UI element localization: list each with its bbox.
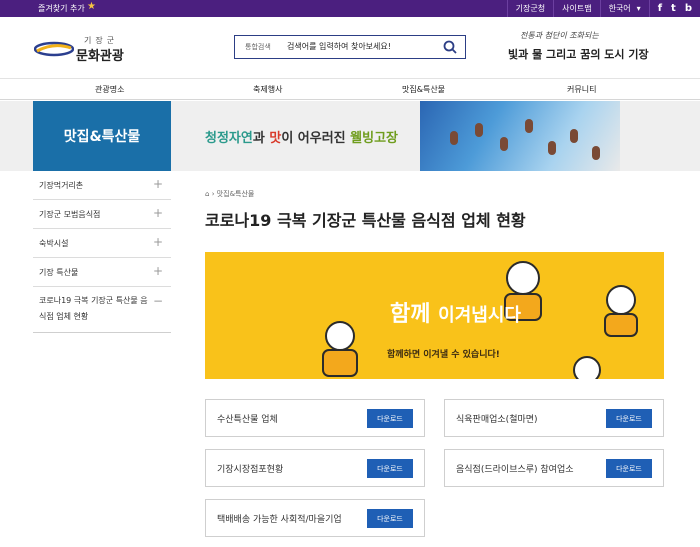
search-icon[interactable] bbox=[443, 40, 457, 54]
home-icon[interactable]: ⌂ bbox=[205, 190, 209, 198]
banner-slogan: 청정자연과 맛이 어우러진 웰빙고장 bbox=[205, 131, 399, 146]
sns-links: f t b bbox=[648, 0, 700, 17]
sidebar-item-model-restaurants[interactable]: 기장군 모범음식점 + bbox=[33, 200, 171, 229]
nav-item-attractions[interactable]: 관광명소 bbox=[95, 84, 124, 95]
language-label: 한국어 bbox=[608, 4, 631, 13]
download-button[interactable]: 다운로드 bbox=[367, 459, 413, 478]
facebook-icon[interactable]: f bbox=[658, 0, 662, 17]
hero-subtext: 함께하면 이겨낼 수 있습니다! bbox=[387, 350, 500, 360]
nav-item-festivals[interactable]: 축제행사 bbox=[253, 84, 282, 95]
slogan-main-text: 빛과 물 그리고 꿈의 도시 기장 bbox=[508, 48, 649, 61]
section-title: 맛집&특산물 bbox=[33, 101, 171, 171]
banner-photo bbox=[420, 101, 620, 171]
favorite-link[interactable]: 즐겨찾기 추가 bbox=[38, 3, 85, 14]
download-card-drive-thru: 음식점(드라이브스루) 참여업소 다운로드 bbox=[444, 449, 664, 487]
sidebar-item-label: 기장먹거리촌 bbox=[39, 181, 84, 190]
download-card-meat: 식육판매업소(철마면) 다운로드 bbox=[444, 399, 664, 437]
link-gijang-office[interactable]: 기장군청 bbox=[506, 0, 553, 17]
card-title: 음식점(드라이브스루) 참여업소 bbox=[456, 465, 574, 475]
page-title: 코로나19 극복 기장군 특산물 음식점 업체 현황 bbox=[205, 211, 526, 230]
star-icon: ★ bbox=[87, 1, 96, 12]
search-label: 통합검색 bbox=[245, 43, 271, 51]
logo-main-text: 문화관광 bbox=[76, 49, 124, 64]
sidebar-item-food-village[interactable]: 기장먹거리촌 + bbox=[33, 171, 171, 200]
nav-item-community[interactable]: 커뮤니티 bbox=[567, 84, 596, 95]
main-nav: 관광명소 축제행사 맛집&특산물 커뮤니티 bbox=[0, 78, 700, 100]
sidebar-item-label: 기장 특산물 bbox=[39, 268, 79, 277]
twitter-icon[interactable]: t bbox=[671, 0, 676, 17]
sidebar-item-label: 기장군 모범음식점 bbox=[39, 210, 101, 219]
card-title: 식육판매업소(철마면) bbox=[456, 415, 538, 425]
utility-links: 기장군청 사이트맵 한국어 ▾ f t b bbox=[506, 0, 700, 17]
nav-item-food[interactable]: 맛집&특산물 bbox=[402, 84, 445, 95]
sidebar-item-lodging[interactable]: 숙박시설 + bbox=[33, 229, 171, 258]
breadcrumb-current[interactable]: 맛집&특산물 bbox=[217, 190, 255, 198]
link-sitemap[interactable]: 사이트맵 bbox=[553, 0, 599, 17]
hero-banner: 함께 이겨냅시다 함께하면 이겨낼 수 있습니다! bbox=[205, 252, 664, 379]
minus-icon: − bbox=[152, 294, 163, 308]
sidebar-item-covid-businesses[interactable]: 코로나19 극복 기장군 특산물 음식점 업체 현황 − bbox=[33, 287, 171, 333]
card-title: 수산특산물 업체 bbox=[217, 415, 278, 425]
plus-icon: + bbox=[152, 206, 163, 220]
card-title: 택배배송 가능한 사회적/마을기업 bbox=[217, 515, 342, 525]
breadcrumb: ⌂ › 맛집&특산물 bbox=[205, 189, 254, 199]
chevron-down-icon: ▾ bbox=[636, 4, 641, 13]
download-card-seafood: 수산특산물 업체 다운로드 bbox=[205, 399, 425, 437]
sidebar-item-specialty[interactable]: 기장 특산물 + bbox=[33, 258, 171, 287]
logo-swoosh-icon bbox=[34, 41, 74, 57]
search-input[interactable]: 검색어를 입력하여 찾아보세요! bbox=[287, 41, 391, 52]
hero-headline: 함께 이겨냅시다 bbox=[390, 302, 521, 327]
sidebar-menu: 기장먹거리촌 + 기장군 모범음식점 + 숙박시설 + 기장 특산물 + 코로나… bbox=[33, 171, 171, 333]
download-button[interactable]: 다운로드 bbox=[367, 509, 413, 528]
sidebar-item-label: 숙박시설 bbox=[39, 239, 69, 248]
search-box: 통합검색 검색어를 입력하여 찾아보세요! bbox=[234, 35, 466, 59]
plus-icon: + bbox=[152, 264, 163, 278]
download-card-market: 기장시장점포현황 다운로드 bbox=[205, 449, 425, 487]
site-logo[interactable]: 기장군 문화관광 bbox=[34, 35, 154, 65]
download-button[interactable]: 다운로드 bbox=[606, 459, 652, 478]
site-header: 기장군 문화관광 통합검색 검색어를 입력하여 찾아보세요! 전통과 첨단이 조… bbox=[0, 17, 700, 77]
city-slogan: 전통과 첨단이 조화되는 빛과 물 그리고 꿈의 도시 기장 bbox=[508, 30, 678, 68]
download-card-delivery: 택배배송 가능한 사회적/마을기업 다운로드 bbox=[205, 499, 425, 537]
blog-icon[interactable]: b bbox=[685, 0, 692, 17]
sidebar-item-label: 코로나19 극복 기장군 특산물 음식점 업체 현황 bbox=[39, 296, 148, 321]
top-utility-bar: 즐겨찾기 추가 ★ 기장군청 사이트맵 한국어 ▾ f t b bbox=[0, 0, 700, 17]
plus-icon: + bbox=[152, 177, 163, 191]
language-select[interactable]: 한국어 ▾ bbox=[599, 0, 649, 17]
card-title: 기장시장점포현황 bbox=[217, 465, 284, 475]
download-button[interactable]: 다운로드 bbox=[606, 409, 652, 428]
slogan-top-text: 전통과 첨단이 조화되는 bbox=[520, 31, 599, 40]
plus-icon: + bbox=[152, 235, 163, 249]
download-button[interactable]: 다운로드 bbox=[367, 409, 413, 428]
